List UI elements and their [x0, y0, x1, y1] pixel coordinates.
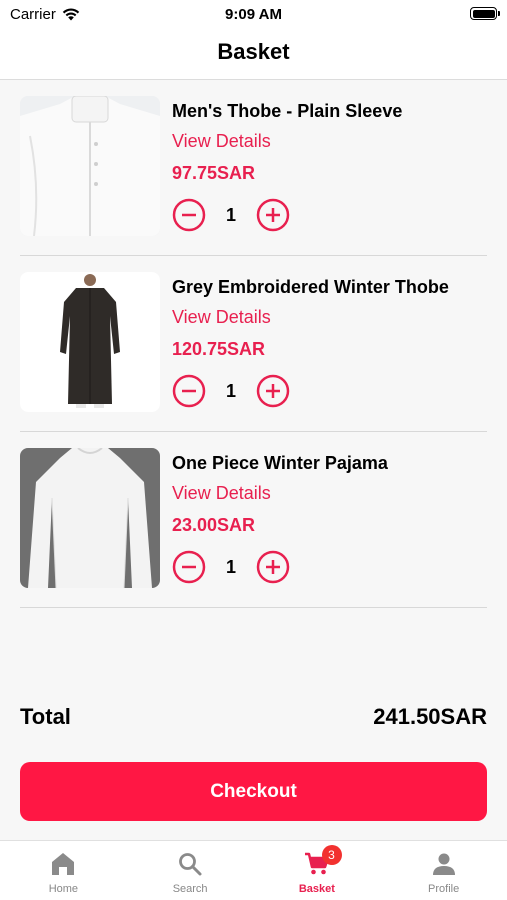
product-name: Grey Embroidered Winter Thobe	[172, 277, 449, 297]
product-image[interactable]	[20, 448, 160, 588]
navigation-bar: Basket	[0, 30, 507, 80]
minus-circle-icon[interactable]	[172, 550, 206, 584]
plus-circle-icon[interactable]	[256, 374, 290, 408]
order-total: Total 241.50SAR	[20, 704, 487, 736]
basket-item-list: Men's Thobe - Plain Sleeve View Details …	[20, 80, 487, 608]
basket-item: Men's Thobe - Plain Sleeve View Details …	[20, 80, 487, 256]
status-bar: Carrier 9:09 AM	[0, 0, 507, 30]
tab-search[interactable]: Search	[127, 841, 254, 900]
view-details-link[interactable]: View Details	[172, 130, 487, 152]
plus-circle-icon[interactable]	[256, 550, 290, 584]
quantity-value: 1	[225, 556, 236, 577]
quantity-stepper: 1	[172, 374, 290, 408]
view-details-link[interactable]: View Details	[172, 482, 487, 504]
tab-home-label: Home	[48, 883, 79, 895]
page-title: Basket	[217, 39, 290, 64]
product-name: Men's Thobe - Plain Sleeve	[172, 101, 403, 121]
view-details-link[interactable]: View Details	[172, 306, 487, 328]
product-price: 120.75SAR	[172, 339, 266, 359]
product-price: 97.75SAR	[172, 163, 256, 183]
home-icon	[52, 853, 75, 875]
plus-circle-icon[interactable]	[256, 198, 290, 232]
basket-item: One Piece Winter Pajama View Details 23.…	[20, 432, 487, 608]
quantity-value: 1	[225, 204, 236, 225]
tab-home[interactable]: Home	[0, 841, 127, 900]
tab-search-label: Search	[172, 883, 208, 895]
clock: 9:09 AM	[225, 6, 282, 23]
product-name: One Piece Winter Pajama	[172, 453, 388, 473]
tab-profile[interactable]: Profile	[380, 841, 507, 900]
total-amount: 241.50SAR	[373, 704, 487, 729]
quantity-stepper: 1	[172, 198, 290, 232]
tab-basket[interactable]: 3 Basket	[254, 841, 381, 900]
person-icon	[432, 853, 455, 875]
product-image[interactable]	[20, 272, 160, 412]
quantity-stepper: 1	[172, 550, 290, 584]
product-price: 23.00SAR	[172, 515, 256, 535]
basket-item: Grey Embroidered Winter Thobe View Detai…	[20, 256, 487, 432]
minus-circle-icon[interactable]	[172, 198, 206, 232]
tab-basket-label: Basket	[298, 883, 335, 895]
battery-icon	[470, 7, 500, 20]
tab-profile-label: Profile	[428, 883, 460, 895]
cart-count-badge: 3	[321, 845, 342, 865]
tab-bar: Home Search 3 Basket Profile	[0, 840, 507, 900]
minus-circle-icon[interactable]	[172, 374, 206, 408]
total-label: Total	[20, 704, 71, 729]
quantity-value: 1	[225, 380, 236, 401]
search-icon	[179, 853, 202, 876]
product-image[interactable]	[20, 96, 160, 236]
checkout-button[interactable]: Checkout	[20, 762, 487, 821]
